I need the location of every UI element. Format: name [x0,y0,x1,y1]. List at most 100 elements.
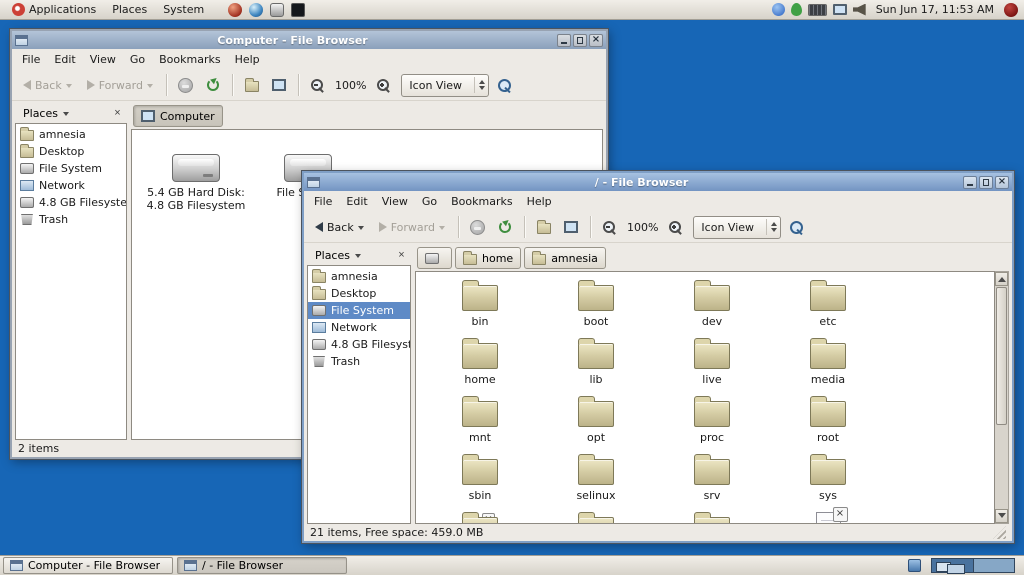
file-item[interactable]: sbin [422,452,538,510]
view-mode-select[interactable]: Icon View [693,216,781,239]
file-item[interactable]: usr [538,510,654,524]
forward-dropdown-icon[interactable] [147,84,153,91]
menu-item[interactable]: View [375,191,415,212]
file-item[interactable]: mnt [422,394,538,452]
panel-menu-item[interactable]: System [155,0,212,19]
maximize-button[interactable] [979,176,993,189]
menu-item[interactable]: Bookmarks [152,49,227,70]
forward-button[interactable]: Forward [81,76,159,95]
menu-item[interactable]: Edit [47,49,82,70]
sidebar-item[interactable]: 4.8 GB Filesystem [308,336,410,353]
sidebar-item[interactable]: Desktop [16,143,126,160]
file-item[interactable]: media [770,336,886,394]
sidebar-item[interactable]: Desktop [308,285,410,302]
scroll-up-icon[interactable] [995,272,1008,286]
task-button[interactable]: / - File Browser [177,557,347,574]
menu-item[interactable]: Go [123,49,152,70]
file-item[interactable]: live [654,336,770,394]
reload-button[interactable] [201,73,225,97]
view-mode-select[interactable]: Icon View [401,74,489,97]
file-item[interactable]: home [422,336,538,394]
zoom-in-button[interactable] [663,215,687,239]
drive-item[interactable]: 5.4 GB Hard Disk: 4.8 GB Filesystem [140,146,252,232]
sidebar-item[interactable]: 4.8 GB Filesystem [16,194,126,211]
scroll-down-icon[interactable] [995,509,1008,523]
clock[interactable]: Sun Jun 17, 11:53 AM [868,3,1002,16]
sidebar-item[interactable]: amnesia [16,126,126,143]
tray-icon[interactable] [853,4,866,16]
menu-item[interactable]: Edit [339,191,374,212]
forward-dropdown-icon[interactable] [439,226,445,233]
scrollbar-track[interactable] [995,286,1008,509]
zoom-out-button[interactable] [306,73,330,97]
breadcrumb-button[interactable] [417,247,452,269]
sidebar-close-button[interactable] [110,106,125,121]
file-item[interactable]: bin [422,278,538,336]
panel-menu-item[interactable]: Places [104,0,155,19]
menu-item[interactable]: Bookmarks [444,191,519,212]
file-item[interactable]: etc [770,278,886,336]
menu-item[interactable]: View [83,49,123,70]
file-item[interactable]: srv [654,452,770,510]
file-item[interactable]: opt [538,394,654,452]
sidebar-item[interactable]: Network [308,319,410,336]
places-selector[interactable]: Places [309,248,367,263]
stop-button[interactable] [466,215,490,239]
sidebar-item[interactable]: Network [16,177,126,194]
breadcrumb-button[interactable]: amnesia [524,247,606,269]
computer-button[interactable] [267,73,291,97]
breadcrumb-button[interactable]: home [455,247,521,269]
menu-item[interactable]: File [307,191,339,212]
maximize-button[interactable] [573,34,587,47]
minimize-button[interactable] [557,34,571,47]
launcher-icon[interactable] [228,3,242,17]
file-item[interactable]: var [654,510,770,524]
logout-icon[interactable] [1004,3,1018,17]
menu-item[interactable]: Help [228,49,267,70]
menu-item[interactable]: File [15,49,47,70]
panel-menu-item[interactable]: Applications [4,0,104,19]
menu-item[interactable]: Help [520,191,559,212]
search-button[interactable] [492,73,516,97]
window-root-file-browser[interactable]: / - File Browser FileEditViewGoBookmarks… [302,171,1014,543]
sidebar-close-button[interactable] [394,248,409,263]
workspace-2[interactable] [973,559,1014,572]
sidebar-item[interactable]: amnesia [308,268,410,285]
titlebar[interactable]: / - File Browser [304,173,1012,191]
minimize-button[interactable] [963,176,977,189]
titlebar[interactable]: Computer - File Browser [12,31,606,49]
back-button[interactable]: Back [17,76,78,95]
panel-applet-icon[interactable] [908,559,921,572]
file-item[interactable]: tmp [422,510,538,524]
file-item[interactable]: initrd.img [770,510,886,524]
home-button[interactable] [240,73,264,97]
file-item[interactable]: sys [770,452,886,510]
breadcrumb-button[interactable]: Computer [133,105,223,127]
scrollbar-thumb[interactable] [996,287,1007,425]
file-item[interactable]: boot [538,278,654,336]
zoom-in-button[interactable] [371,73,395,97]
resize-grip[interactable] [993,526,1006,539]
file-item[interactable]: dev [654,278,770,336]
tray-icon[interactable] [808,4,827,16]
launcher-icon[interactable] [270,3,284,17]
sidebar-item[interactable]: Trash [16,211,126,228]
launcher-icon[interactable] [249,3,263,17]
launcher-icon[interactable] [291,3,305,17]
tray-icon[interactable] [772,3,785,16]
back-dropdown-icon[interactable] [358,226,364,233]
back-button[interactable]: Back [309,218,370,237]
file-item[interactable]: proc [654,394,770,452]
file-item[interactable]: selinux [538,452,654,510]
sidebar-item[interactable]: File System [308,302,410,319]
menu-item[interactable]: Go [415,191,444,212]
reload-button[interactable] [493,215,517,239]
close-button[interactable] [589,34,603,47]
zoom-out-button[interactable] [598,215,622,239]
file-grid[interactable]: bin boot dev [415,271,995,524]
search-button[interactable] [784,215,808,239]
workspace-1[interactable] [932,559,973,572]
tray-icon[interactable] [791,3,802,16]
back-dropdown-icon[interactable] [66,84,72,91]
sidebar-item[interactable]: Trash [308,353,410,370]
